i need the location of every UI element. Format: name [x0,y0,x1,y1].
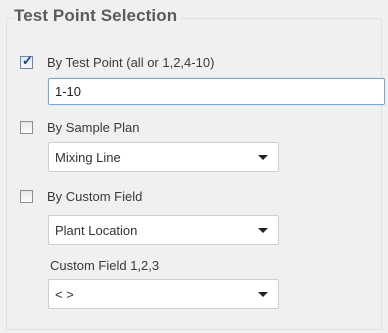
by-test-point-checkbox[interactable]: ✓ [20,52,33,69]
custom-field-select[interactable]: Plant Location [48,215,279,245]
chevron-down-icon[interactable] [258,292,268,297]
by-custom-field-label[interactable]: By Custom Field [47,189,142,204]
by-custom-field-checkbox[interactable] [20,189,33,203]
sample-plan-select-value: Mixing Line [55,150,121,165]
by-test-point-option[interactable]: ✓ By Test Point (all or 1,2,4-10) [20,53,214,71]
checkmark-icon: ✓ [22,52,33,68]
by-sample-plan-label[interactable]: By Sample Plan [47,120,140,135]
by-test-point-label[interactable]: By Test Point (all or 1,2,4-10) [47,55,214,70]
test-point-input[interactable] [48,78,385,105]
custom-field-values-label: Custom Field 1,2,3 [50,258,160,273]
by-custom-field-option[interactable]: By Custom Field [20,187,142,205]
chevron-down-icon[interactable] [258,228,268,233]
custom-field-values-select-value: < > [55,287,74,302]
custom-field-values-select[interactable]: < > [48,279,279,309]
section-title: Test Point Selection [14,6,182,26]
sample-plan-select[interactable]: Mixing Line [48,142,279,172]
chevron-down-icon[interactable] [258,155,268,160]
by-sample-plan-checkbox[interactable] [20,120,33,134]
by-sample-plan-option[interactable]: By Sample Plan [20,118,140,136]
custom-field-select-value: Plant Location [55,223,138,238]
test-point-selection-panel: Test Point Selection ✓ By Test Point (al… [0,0,388,333]
